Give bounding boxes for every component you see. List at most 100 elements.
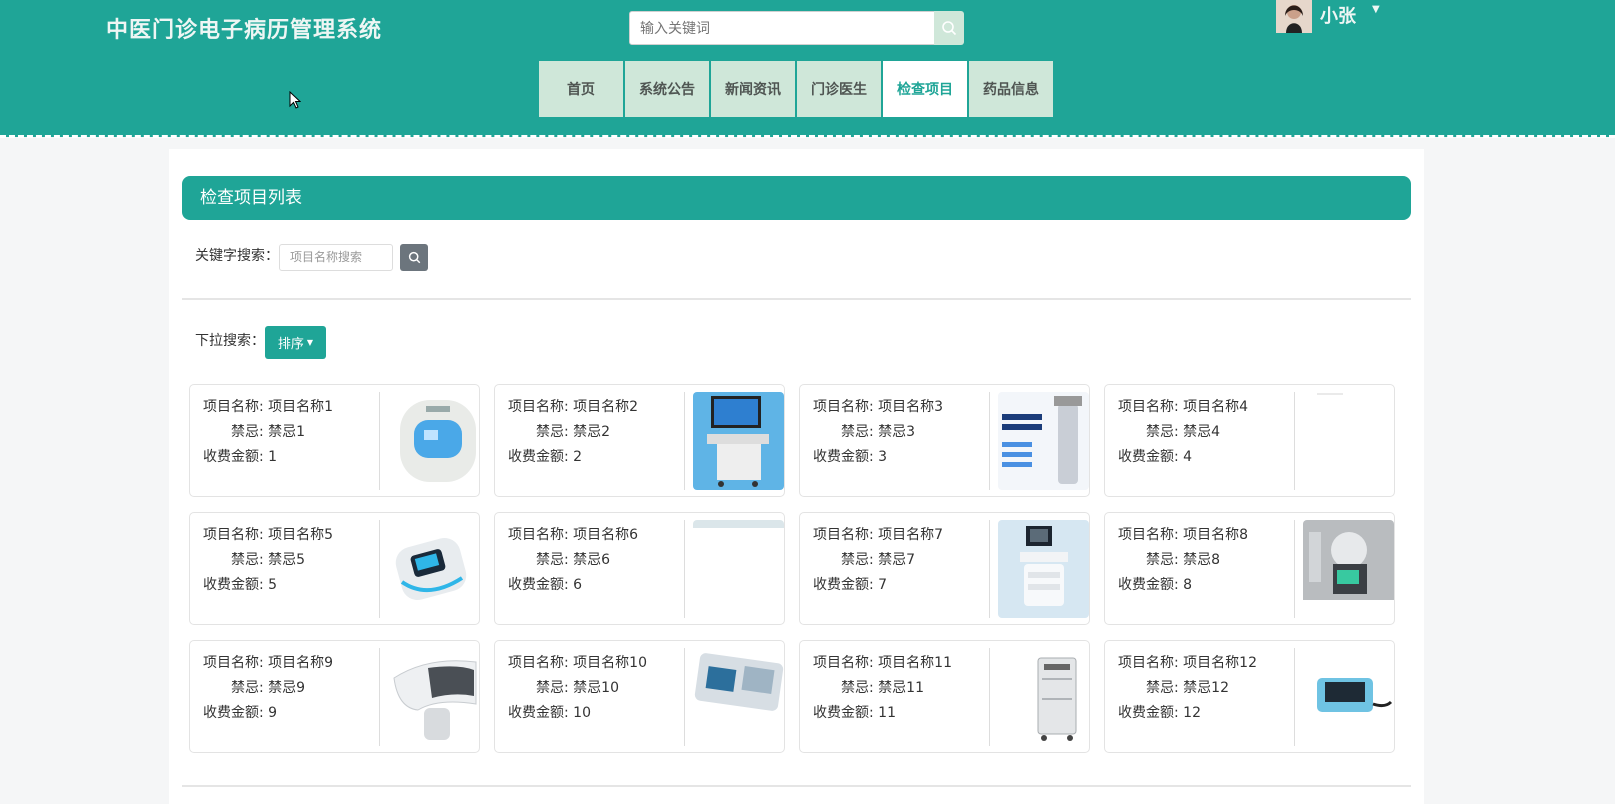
- name-label: 项目名称:: [813, 655, 874, 671]
- item-card[interactable]: 项目名称: 项目名称12 禁忌: 禁忌12 收费金额: 12: [1104, 640, 1395, 753]
- item-name: 项目名称8: [1183, 527, 1249, 543]
- item-fee: 6: [573, 577, 583, 593]
- item-card[interactable]: 项目名称: 项目名称10 禁忌: 禁忌10 收费金额: 10: [494, 640, 785, 753]
- name-label: 项目名称:: [508, 655, 569, 671]
- name-label: 项目名称:: [813, 399, 874, 415]
- cabinet-device-icon: [998, 648, 1089, 746]
- fee-label: 收费金额:: [813, 705, 874, 721]
- card-divider: [1294, 648, 1295, 746]
- card-info: 项目名称: 项目名称8 禁忌: 禁忌8 收费金额: 8: [1118, 523, 1248, 598]
- item-card[interactable]: 项目名称: 项目名称11 禁忌: 禁忌11 收费金额: 11: [799, 640, 1090, 753]
- keyword-search-button[interactable]: [400, 244, 428, 271]
- tabletop-device-icon: [1303, 648, 1394, 746]
- item-name: 项目名称6: [573, 527, 639, 543]
- item-taboo: 禁忌4: [1183, 424, 1221, 440]
- item-taboo: 禁忌11: [878, 680, 924, 696]
- nav-item-doctors[interactable]: 门诊医生: [797, 61, 881, 117]
- keyword-search-input[interactable]: 项目名称搜索: [279, 244, 393, 271]
- item-card[interactable]: 项目名称: 项目名称8 禁忌: 禁忌8 收费金额: 8: [1104, 512, 1395, 625]
- item-card[interactable]: 项目名称: 项目名称4 禁忌: 禁忌4 收费金额: 4: [1104, 384, 1395, 497]
- name-label: 项目名称:: [813, 527, 874, 543]
- blank-image-icon: [1303, 392, 1394, 490]
- item-taboo: 禁忌6: [573, 552, 611, 568]
- nav-item-announcements[interactable]: 系统公告: [625, 61, 709, 117]
- item-fee: 2: [573, 449, 583, 465]
- nav-item-home[interactable]: 首页: [539, 61, 623, 117]
- item-fee: 4: [1183, 449, 1193, 465]
- item-fee: 11: [878, 705, 896, 721]
- card-info: 项目名称: 项目名称9 禁忌: 禁忌9 收费金额: 9: [203, 651, 333, 726]
- item-taboo: 禁忌12: [1183, 680, 1229, 696]
- item-fee: 3: [878, 449, 888, 465]
- card-info: 项目名称: 项目名称1 禁忌: 禁忌1 收费金额: 1: [203, 395, 333, 470]
- item-fee: 7: [878, 577, 888, 593]
- taboo-label: 禁忌:: [1146, 424, 1179, 440]
- taboo-label: 禁忌:: [1146, 552, 1179, 568]
- fee-label: 收费金额:: [813, 577, 874, 593]
- item-fee: 9: [268, 705, 278, 721]
- handheld-scanner-icon: [388, 648, 479, 746]
- item-card[interactable]: 项目名称: 项目名称1 禁忌: 禁忌1 收费金额: 1: [189, 384, 480, 497]
- item-card[interactable]: 项目名称: 项目名称5 禁忌: 禁忌5 收费金额: 5: [189, 512, 480, 625]
- divider: [182, 785, 1411, 787]
- global-search-input[interactable]: [629, 11, 935, 45]
- item-fee: 5: [268, 577, 278, 593]
- medical-cart-icon: [998, 520, 1089, 618]
- user-name[interactable]: 小张: [1320, 2, 1356, 28]
- taboo-label: 禁忌:: [231, 680, 264, 696]
- item-fee: 12: [1183, 705, 1201, 721]
- fee-label: 收费金额:: [1118, 577, 1179, 593]
- taboo-label: 禁忌:: [536, 424, 569, 440]
- item-name: 项目名称11: [878, 655, 952, 671]
- sort-dropdown-button[interactable]: 排序 ▼: [265, 326, 326, 359]
- fee-label: 收费金额:: [508, 449, 569, 465]
- nav-item-news[interactable]: 新闻资讯: [711, 61, 795, 117]
- taboo-label: 禁忌:: [841, 552, 874, 568]
- card-divider: [1294, 392, 1295, 490]
- infusion-pump-icon: [693, 648, 784, 746]
- item-name: 项目名称4: [1183, 399, 1249, 415]
- fee-label: 收费金额:: [1118, 705, 1179, 721]
- taboo-label: 禁忌:: [536, 680, 569, 696]
- item-fee: 1: [268, 449, 278, 465]
- name-label: 项目名称:: [203, 655, 264, 671]
- global-search-button[interactable]: [934, 11, 964, 45]
- item-taboo: 禁忌8: [1183, 552, 1221, 568]
- item-taboo: 禁忌2: [573, 424, 611, 440]
- divider: [182, 298, 1411, 300]
- mouse-cursor-icon: [289, 91, 301, 109]
- item-card[interactable]: 项目名称: 项目名称3 禁忌: 禁忌3 收费金额: 3: [799, 384, 1090, 497]
- name-label: 项目名称:: [203, 527, 264, 543]
- card-divider: [379, 648, 380, 746]
- fee-label: 收费金额:: [508, 577, 569, 593]
- card-divider: [989, 520, 990, 618]
- keyword-search-label: 关键字搜索：: [195, 248, 279, 264]
- card-divider: [684, 392, 685, 490]
- card-divider: [684, 520, 685, 618]
- sort-label: 排序: [277, 337, 304, 352]
- item-card[interactable]: 项目名称: 项目名称9 禁忌: 禁忌9 收费金额: 9: [189, 640, 480, 753]
- item-name: 项目名称2: [573, 399, 639, 415]
- item-card[interactable]: 项目名称: 项目名称6 禁忌: 禁忌6 收费金额: 6: [494, 512, 785, 625]
- card-info: 项目名称: 项目名称5 禁忌: 禁忌5 收费金额: 5: [203, 523, 333, 598]
- item-card[interactable]: 项目名称: 项目名称2 禁忌: 禁忌2 收费金额: 2: [494, 384, 785, 497]
- main-nav: 首页 系统公告 新闻资讯 门诊医生 检查项目 药品信息: [539, 61, 1053, 117]
- item-taboo: 禁忌9: [268, 680, 306, 696]
- blank-image-icon: [693, 520, 784, 618]
- item-taboo: 禁忌5: [268, 552, 306, 568]
- caret-down-icon: ▼: [306, 338, 314, 347]
- lab-equipment-icon: [1303, 520, 1394, 618]
- main-content: 检查项目列表 关键字搜索： 项目名称搜索 下拉搜索： 排序 ▼ 项目名称: 项目…: [169, 149, 1424, 804]
- massage-device-icon: [388, 392, 479, 490]
- fee-label: 收费金额:: [1118, 449, 1179, 465]
- item-card[interactable]: 项目名称: 项目名称7 禁忌: 禁忌7 收费金额: 7: [799, 512, 1090, 625]
- nav-item-exam-items[interactable]: 检查项目: [883, 61, 967, 117]
- user-menu-caret-icon[interactable]: ▼: [1372, 4, 1380, 15]
- card-divider: [1294, 520, 1295, 618]
- fee-label: 收费金额:: [508, 705, 569, 721]
- nav-item-medicines[interactable]: 药品信息: [969, 61, 1053, 117]
- card-divider: [379, 520, 380, 618]
- taboo-label: 禁忌:: [841, 680, 874, 696]
- user-avatar[interactable]: [1276, 0, 1312, 33]
- dropdown-search-label: 下拉搜索：: [195, 333, 265, 349]
